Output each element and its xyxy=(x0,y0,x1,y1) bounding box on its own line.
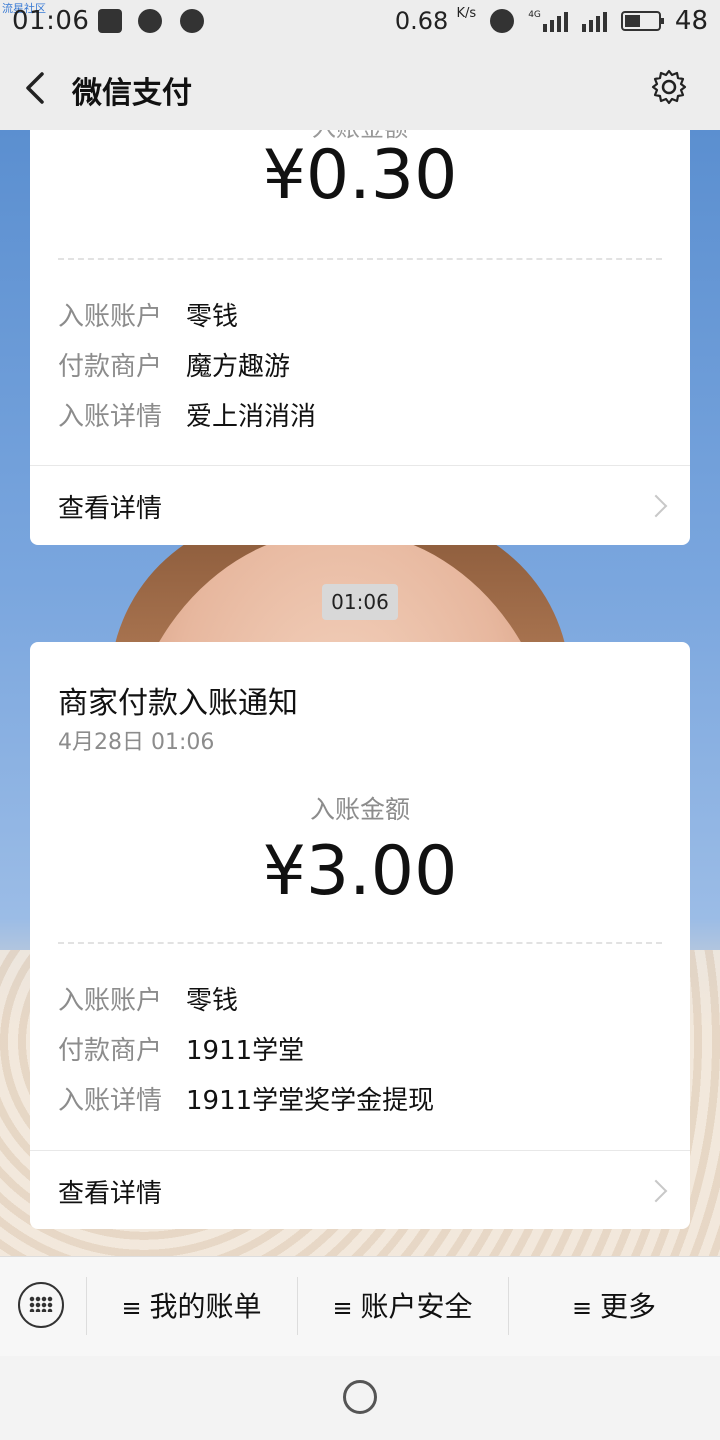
chat-area[interactable]: 入账金额 ¥0.30 入账账户零钱 付款商户魔方趣游 入账详情爱上消消消 查看详… xyxy=(0,130,720,1256)
gear-icon[interactable] xyxy=(650,68,688,106)
bottom-menu: ≡ 我的账单 ≡ 账户安全 ≡ 更多 xyxy=(0,1256,720,1357)
info-row: 付款商户 1911学堂 xyxy=(58,1036,305,1066)
card-title: 商家付款入账通知 xyxy=(58,686,298,721)
dashed-divider xyxy=(58,258,662,260)
info-row: 入账详情 1911学堂奖学金提现 xyxy=(58,1086,435,1116)
page-title: 微信支付 xyxy=(72,76,192,111)
net-speed: 0.68 K/s xyxy=(394,6,477,35)
chevron-left-icon[interactable] xyxy=(22,70,52,106)
system-nav-bar xyxy=(0,1356,720,1440)
battery-icon xyxy=(620,11,664,31)
signal-icon xyxy=(581,10,607,32)
dashed-divider xyxy=(58,942,662,944)
hamburger-icon: ≡ xyxy=(332,1294,353,1322)
menu-account-security[interactable]: ≡ 账户安全 xyxy=(297,1285,508,1325)
info-row: 入账账户 零钱 xyxy=(58,302,239,332)
signal-4g-icon: 4G xyxy=(528,10,568,32)
status-time: 01:06 xyxy=(12,6,90,36)
info-row: 入账账户 零钱 xyxy=(58,986,239,1016)
shield-icon xyxy=(98,9,122,33)
chevron-right-icon xyxy=(644,1179,668,1203)
timestamp-pill: 01:06 xyxy=(322,584,398,620)
card-date: 4月28日 01:06 xyxy=(58,730,215,755)
amount-label: 入账金额 xyxy=(309,795,410,824)
payment-card: 商家付款入账通知 4月28日 01:06 入账金额 ¥3.00 入账账户 零钱 付… xyxy=(30,642,690,1229)
keyboard-icon[interactable] xyxy=(18,1282,64,1328)
info-row: 付款商户 魔方趣游 xyxy=(58,352,291,382)
title-bar: 微信支付 xyxy=(0,46,720,130)
menu-more[interactable]: ≡ 更多 xyxy=(508,1285,720,1325)
hamburger-icon: ≡ xyxy=(571,1294,593,1322)
chevron-right-icon xyxy=(644,494,668,518)
pause-icon xyxy=(180,9,204,33)
view-details-link[interactable]: 查看详情 xyxy=(30,466,690,545)
chat-bubble-icon xyxy=(138,9,162,33)
amount-value: ¥0.30 xyxy=(262,136,458,215)
view-details-link[interactable]: 查看详情 xyxy=(30,1151,690,1229)
battery-level: 48 xyxy=(674,6,708,36)
alarm-icon xyxy=(490,9,515,33)
amount-value: ¥3.00 xyxy=(262,832,458,911)
status-bar: 流星社区 01:06 0.68 K/s 4G 48 xyxy=(0,0,720,46)
hamburger-icon: ≡ xyxy=(121,1294,142,1322)
menu-my-bills[interactable]: ≡ 我的账单 xyxy=(86,1285,297,1325)
home-circle-icon[interactable] xyxy=(343,1380,377,1414)
payment-card: 入账金额 ¥0.30 入账账户零钱 付款商户魔方趣游 入账详情爱上消消消 查看详… xyxy=(30,130,690,545)
info-row: 入账详情 爱上消消消 xyxy=(58,402,317,432)
